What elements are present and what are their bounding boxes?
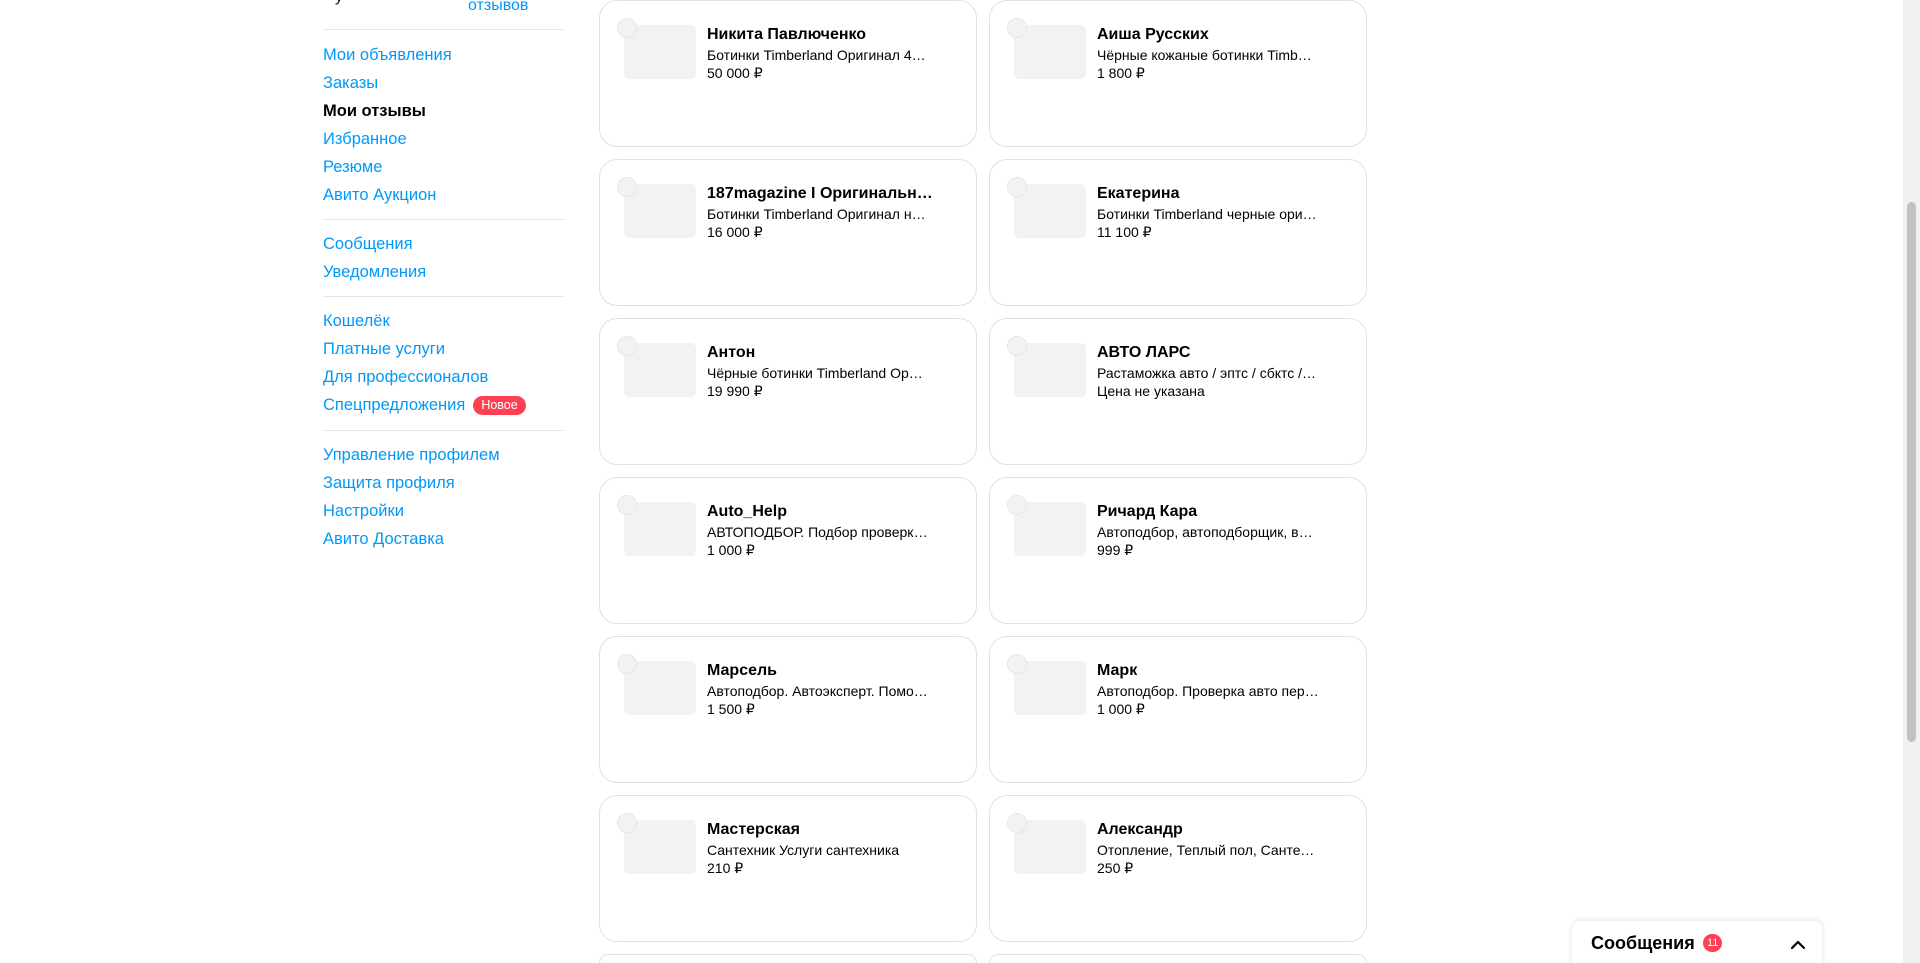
item-price: 11 100 ₽	[1097, 224, 1152, 240]
review-card[interactable]: Мастерская Сантехник Услуги сантехника 2…	[599, 795, 977, 942]
seller-name[interactable]: Auto_Help	[707, 502, 937, 522]
seller-name[interactable]: Никита Павлюченко	[707, 25, 937, 45]
seller-name[interactable]: Мастерская	[707, 820, 937, 840]
review-card[interactable]: Ричард Кара Автоподбор, автоподборщик, в…	[989, 477, 1367, 624]
reviews-count-link[interactable]: отзывов	[468, 0, 528, 16]
item-title[interactable]: Отопление, Теплый пол, Сантехника	[1097, 841, 1319, 859]
seller-name[interactable]: Александр	[1097, 820, 1327, 840]
sidebar-item-settings[interactable]: Настройки	[323, 497, 564, 525]
item-price: 1 800 ₽	[1097, 65, 1145, 81]
avatar	[1007, 336, 1027, 356]
item-title[interactable]: Чёрные кожаные ботинки Timberland	[1097, 46, 1319, 64]
sidebar-item-wallet[interactable]: Кошелёк	[323, 307, 564, 335]
sidebar-group-profile: Управление профилем Защита профиля Настр…	[323, 441, 564, 553]
divider	[323, 219, 564, 220]
sidebar-item-auction[interactable]: Авито Аукцион	[323, 181, 564, 209]
messenger-title[interactable]: Сообщения	[1591, 933, 1695, 954]
sidebar-item-profile-protection[interactable]: Защита профиля	[323, 469, 564, 497]
sidebar-group-services: Кошелёк Платные услуги Для профессионало…	[323, 307, 564, 419]
review-card[interactable]: АВТО ЛАРС Растаможка авто / эптс / сбктс…	[989, 318, 1367, 465]
sidebar-item-paid-services[interactable]: Платные услуги	[323, 335, 564, 363]
sidebar-item-notifications[interactable]: Уведомления	[323, 258, 564, 286]
page-scrollbar[interactable]	[1903, 0, 1920, 963]
item-title[interactable]: Ботинки Timberland Оригинал 44 размер	[707, 46, 929, 64]
avatar	[1007, 813, 1027, 833]
divider	[323, 296, 564, 297]
messenger-widget[interactable]: Сообщения 11	[1572, 921, 1822, 963]
seller-name[interactable]: Аиша Русских	[1097, 25, 1327, 45]
review-card[interactable]: Никита Павлюченко Ботинки Timberland Ори…	[599, 0, 977, 147]
review-card[interactable]: Александр Отопление, Теплый пол, Сантехн…	[989, 795, 1367, 942]
avatar	[617, 654, 637, 674]
sidebar-item-professionals[interactable]: Для профессионалов	[323, 363, 564, 391]
review-card[interactable]: 187magazine I Оригинальная обувь Ботинки…	[599, 159, 977, 306]
review-card[interactable]: Марк Автоподбор. Проверка авто перед пок…	[989, 636, 1367, 783]
item-title[interactable]: Автоподбор. Автоэксперт. Помощь в покупк…	[707, 682, 929, 700]
sidebar-item-resume[interactable]: Резюме	[323, 153, 564, 181]
sidebar-item-favorites[interactable]: Избранное	[323, 125, 564, 153]
item-price: 210 ₽	[707, 860, 744, 876]
review-card[interactable]: Антон Чёрные ботинки Timberland Оригинал…	[599, 318, 977, 465]
seller-name[interactable]: 187magazine I Оригинальная обувь	[707, 184, 937, 204]
avatar	[1007, 495, 1027, 515]
review-card[interactable]: Аиша Русских Чёрные кожаные ботинки Timb…	[989, 0, 1367, 147]
item-price: Цена не указана	[1097, 383, 1205, 399]
review-card-partial[interactable]	[989, 954, 1367, 963]
sidebar-item-special-offers[interactable]: Спецпредложения Новое	[323, 391, 564, 419]
item-price: 1 000 ₽	[707, 542, 755, 558]
sidebar-item-my-reviews: Мои отзывы	[323, 101, 426, 120]
review-card-partial[interactable]	[599, 954, 977, 963]
scrollbar-thumb[interactable]	[1907, 202, 1916, 742]
review-card[interactable]: Марсель Автоподбор. Автоэксперт. Помощь …	[599, 636, 977, 783]
new-badge: Новое	[473, 395, 526, 415]
seller-name[interactable]: Марсель	[707, 661, 937, 681]
avatar	[617, 495, 637, 515]
sidebar-item-orders[interactable]: Заказы	[323, 69, 564, 97]
item-title[interactable]: Сантехник Услуги сантехника	[707, 841, 929, 859]
sidebar-item-profile-management[interactable]: Управление профилем	[323, 441, 564, 469]
item-price: 1 000 ₽	[1097, 701, 1145, 717]
avatar	[617, 813, 637, 833]
item-title[interactable]: Чёрные ботинки Timberland Оригинал	[707, 364, 929, 382]
item-title[interactable]: Растаможка авто / эптс / сбктс / соат	[1097, 364, 1319, 382]
avatar	[617, 18, 637, 38]
item-title[interactable]: АВТОПОДБОР. Подбор проверка авто	[707, 523, 929, 541]
seller-name[interactable]: Антон	[707, 343, 937, 363]
avatar	[1007, 654, 1027, 674]
sidebar-item-messages[interactable]: Сообщения	[323, 230, 564, 258]
sidebar-item-delivery[interactable]: Авито Доставка	[323, 525, 564, 553]
sidebar-item-my-ads[interactable]: Мои объявления	[323, 41, 564, 69]
item-title[interactable]: Автоподбор. Проверка авто перед покупкой	[1097, 682, 1319, 700]
avatar	[1007, 177, 1027, 197]
chevron-up-icon[interactable]	[1788, 935, 1808, 955]
seller-name[interactable]: Ричард Кара	[1097, 502, 1327, 522]
item-price: 16 000 ₽	[707, 224, 763, 240]
divider	[323, 430, 564, 431]
sidebar-item-label: Спецпредложения	[323, 395, 466, 414]
review-card[interactable]: Екатерина Ботинки Timberland черные ориг…	[989, 159, 1367, 306]
unread-count-badge: 11	[1703, 934, 1723, 952]
partial-text: у	[335, 0, 343, 6]
item-title[interactable]: Ботинки Timberland черные оригинал	[1097, 205, 1319, 223]
item-price: 19 990 ₽	[707, 383, 763, 399]
item-price: 999 ₽	[1097, 542, 1134, 558]
item-title[interactable]: Ботинки Timberland Оригинал новые	[707, 205, 929, 223]
seller-name[interactable]: Марк	[1097, 661, 1327, 681]
avatar	[617, 336, 637, 356]
item-price: 1 500 ₽	[707, 701, 755, 717]
seller-name[interactable]: АВТО ЛАРС	[1097, 343, 1327, 363]
avatar	[1007, 18, 1027, 38]
divider	[323, 29, 564, 30]
avatar	[617, 177, 637, 197]
sidebar-group-communication: Сообщения Уведомления	[323, 230, 564, 286]
item-title[interactable]: Автоподбор, автоподборщик, выездная диаг…	[1097, 523, 1319, 541]
item-price: 50 000 ₽	[707, 65, 763, 81]
review-card[interactable]: Auto_Help АВТОПОДБОР. Подбор проверка ав…	[599, 477, 977, 624]
sidebar-group-listings: Мои объявления Заказы Мои отзывы Избранн…	[323, 41, 564, 209]
item-price: 250 ₽	[1097, 860, 1134, 876]
seller-name[interactable]: Екатерина	[1097, 184, 1327, 204]
